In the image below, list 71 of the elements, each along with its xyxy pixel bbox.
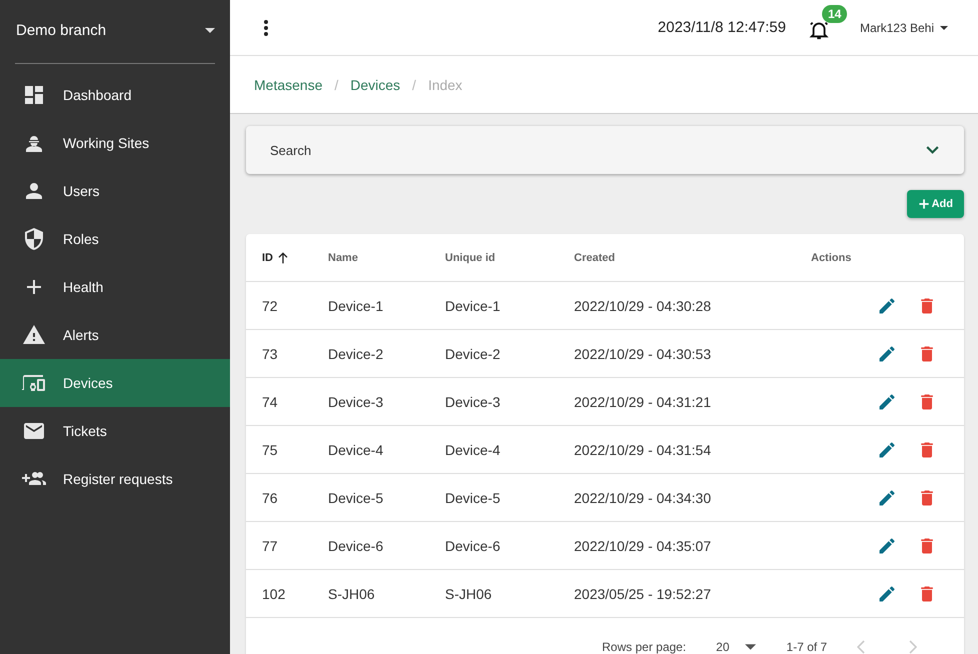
table-cell: Device-1 bbox=[328, 298, 384, 314]
table-cell: 2022/10/29 - 04:31:21 bbox=[574, 394, 712, 410]
column-header[interactable]: Unique id bbox=[445, 252, 496, 264]
search-panel[interactable]: Search bbox=[246, 126, 964, 174]
pencil-icon[interactable] bbox=[877, 536, 897, 556]
sidebar-item[interactable]: Devices bbox=[0, 359, 230, 407]
column-header[interactable]: ID bbox=[262, 250, 291, 266]
table-cell: 2022/10/29 - 04:34:30 bbox=[574, 490, 712, 506]
table-cell: Device-6 bbox=[328, 538, 384, 554]
sidebar-item[interactable]: Health bbox=[0, 263, 230, 311]
table-cell: 2022/10/29 - 04:30:28 bbox=[574, 298, 712, 314]
breadcrumb-separator: / bbox=[412, 76, 416, 92]
date-time: 2023/11/8 12:47:59 bbox=[658, 19, 786, 36]
pencil-icon[interactable] bbox=[877, 584, 897, 604]
table-cell: 2022/10/29 - 04:30:53 bbox=[574, 346, 712, 362]
sidebar-item[interactable]: Roles bbox=[0, 215, 230, 263]
table-cell: Device-1 bbox=[445, 298, 500, 314]
table-cell: 74 bbox=[262, 394, 278, 410]
table-cell: 2022/10/29 - 04:31:54 bbox=[574, 442, 712, 458]
table-cell: 102 bbox=[262, 586, 286, 602]
pencil-icon[interactable] bbox=[877, 344, 897, 364]
add-button[interactable]: Add bbox=[906, 190, 964, 218]
caret-icon bbox=[940, 26, 948, 30]
pencil-icon[interactable] bbox=[877, 488, 897, 508]
table-cell: 76 bbox=[262, 490, 278, 506]
table-cell: 75 bbox=[262, 442, 278, 458]
table-cell: 2022/10/29 - 04:35:07 bbox=[574, 538, 712, 554]
table-cell: 73 bbox=[262, 346, 278, 362]
table-cell: 72 bbox=[262, 298, 278, 314]
breadcrumb-link[interactable]: Devices bbox=[350, 76, 400, 92]
breadcrumb-current: Index bbox=[428, 76, 462, 92]
table-cell: Device-6 bbox=[445, 538, 500, 554]
pencil-icon[interactable] bbox=[877, 296, 897, 316]
rows-per-page-select[interactable]: 20 bbox=[716, 640, 756, 654]
warning-icon bbox=[22, 323, 46, 347]
table-cell: Device-4 bbox=[445, 442, 500, 458]
rows-per-page-label: Rows per page: bbox=[602, 640, 686, 654]
sidebar-item[interactable]: Dashboard bbox=[0, 71, 230, 119]
notification-count: 14 bbox=[822, 4, 848, 22]
dashboard-icon bbox=[22, 83, 46, 107]
chevron-down-icon bbox=[926, 146, 939, 154]
table-cell: Device-3 bbox=[328, 394, 384, 410]
table-cell: Device-2 bbox=[328, 346, 384, 362]
branch-select[interactable]: Demo branch bbox=[0, 0, 230, 60]
table-cell: S-JH06 bbox=[445, 586, 492, 602]
sidebar-item[interactable]: Alerts bbox=[0, 311, 230, 359]
column-header[interactable]: Created bbox=[574, 252, 615, 264]
breadcrumb-link[interactable]: Metasense bbox=[254, 76, 322, 92]
table-cell: 2023/05/25 - 19:52:27 bbox=[574, 586, 712, 602]
table-cell: Device-5 bbox=[328, 490, 384, 506]
table-cell: Device-3 bbox=[445, 394, 500, 410]
breadcrumb-separator: / bbox=[334, 76, 338, 92]
sidebar-item[interactable]: Tickets bbox=[0, 407, 230, 455]
table-cell: Device-4 bbox=[328, 442, 384, 458]
plus-icon bbox=[916, 197, 931, 211]
dropdown-caret-icon[interactable] bbox=[205, 28, 215, 32]
table-cell: 77 bbox=[262, 538, 278, 554]
sidebar-item[interactable]: Working Sites bbox=[0, 119, 230, 167]
column-header[interactable]: Actions bbox=[811, 252, 852, 264]
pencil-icon[interactable] bbox=[877, 440, 897, 460]
table-cell: Device-5 bbox=[445, 490, 500, 506]
caret-icon bbox=[745, 644, 756, 650]
sidebar-item[interactable]: Register requests bbox=[0, 455, 230, 503]
column-header[interactable]: Name bbox=[328, 252, 358, 264]
user-menu[interactable]: Mark123 Behi bbox=[860, 20, 948, 34]
table-cell: S-JH06 bbox=[328, 586, 375, 602]
page-range: 1-7 of 7 bbox=[786, 640, 828, 654]
sidebar-item[interactable]: Users bbox=[0, 167, 230, 215]
shield-icon bbox=[22, 227, 46, 251]
table-cell: Device-2 bbox=[445, 346, 500, 362]
pencil-icon[interactable] bbox=[877, 392, 897, 412]
